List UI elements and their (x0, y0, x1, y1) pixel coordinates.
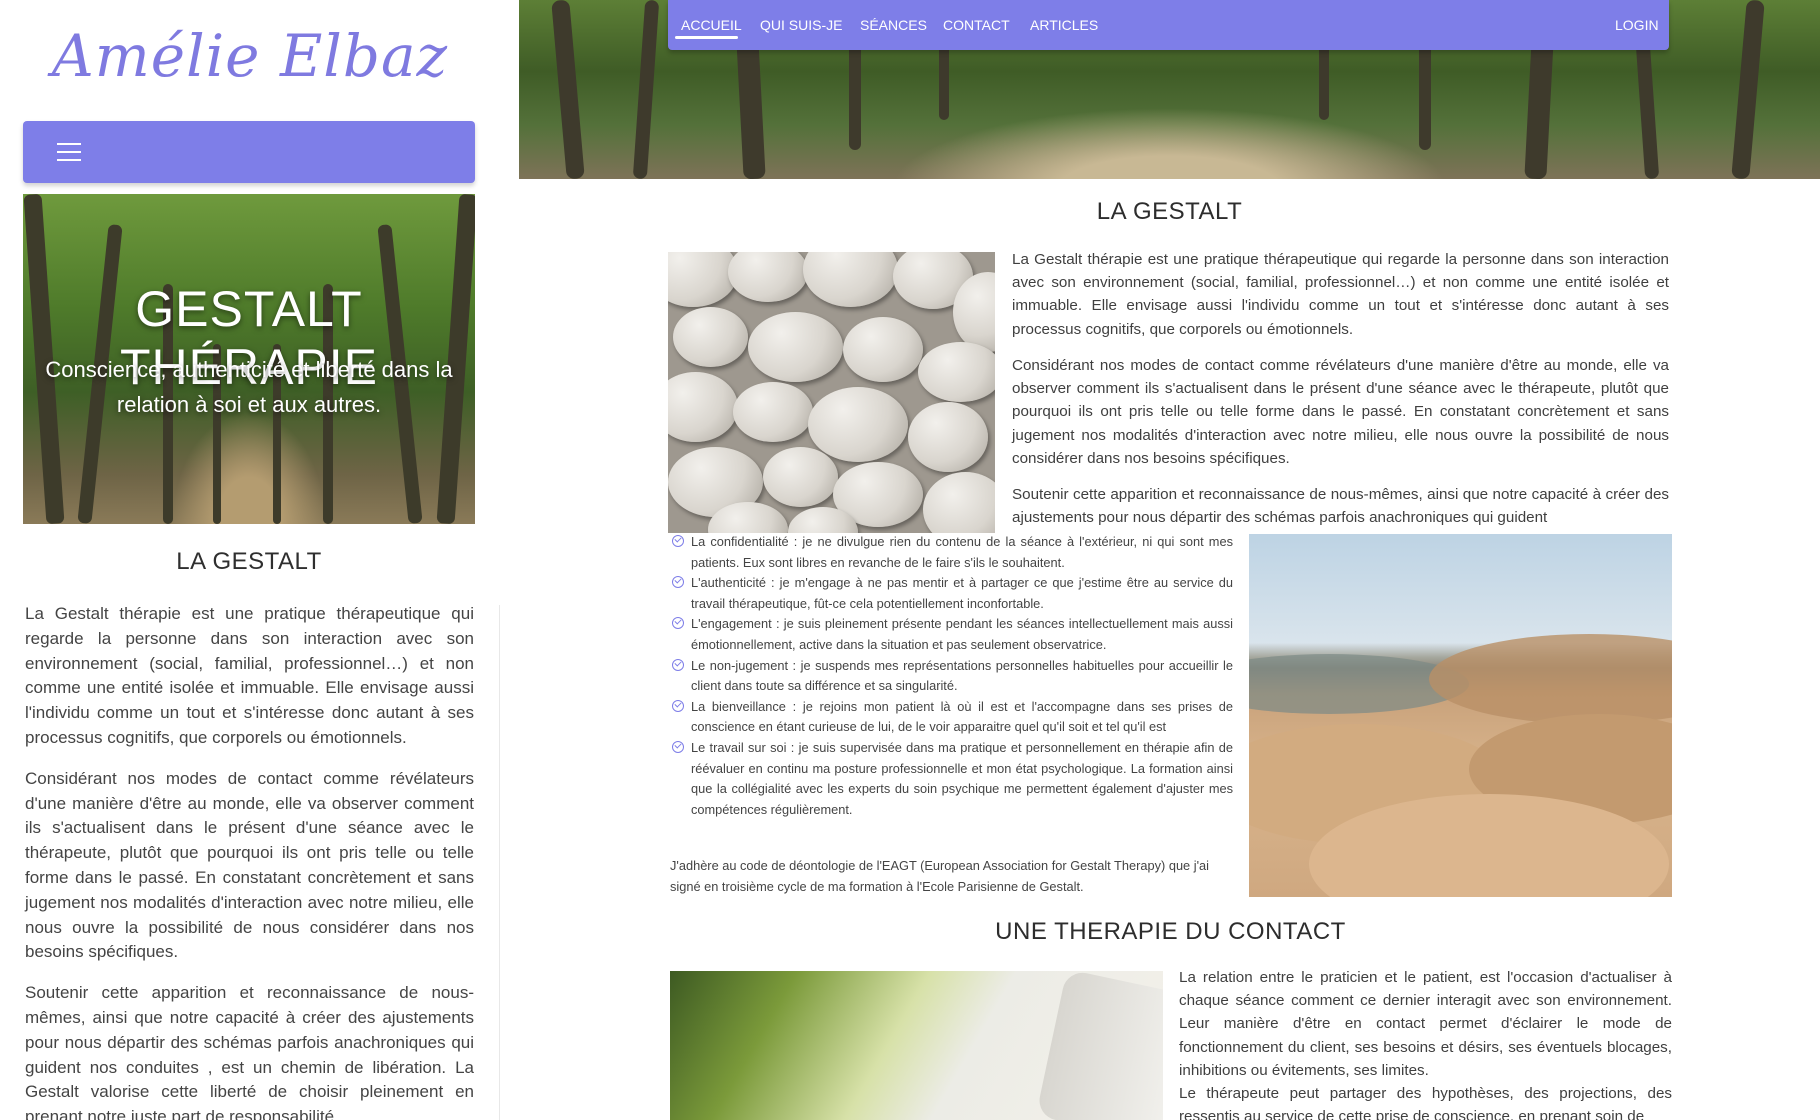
list-item: L'engagement : je suis pleinement présen… (670, 614, 1233, 655)
main-navbar: ACCUEIL QUI SUIS-JE SÉANCES CONTACT ARTI… (668, 0, 1669, 50)
hero-banner: GESTALT THÉRAPIE Conscience, authenticit… (23, 194, 475, 524)
gestalt-text: La Gestalt thérapie est une pratique thé… (25, 602, 474, 1120)
check-circle-icon (672, 658, 684, 671)
nav-contact[interactable]: CONTACT (943, 17, 1010, 33)
paragraph: La relation entre le praticien et le pat… (1179, 969, 1672, 1079)
paragraph: Le thérapeute peut partager des hypothès… (1179, 1085, 1672, 1120)
mobile-preview: Amélie Elbaz GESTALT THÉRAPIE Conscience… (0, 0, 520, 1120)
hero-subtitle: Conscience, authenticité et liberté dans… (45, 357, 453, 417)
section-heading: LA GESTALT (176, 548, 322, 575)
mobile-navbar (23, 121, 475, 183)
nav-seances[interactable]: SÉANCES (860, 17, 927, 33)
nav-qui-suis-je[interactable]: QUI SUIS-JE (760, 17, 842, 33)
check-circle-icon (672, 576, 684, 589)
check-circle-icon (672, 617, 684, 630)
section-heading: UNE THERAPIE DU CONTACT (995, 918, 1346, 945)
list-item: Le travail sur soi : je suis supervisée … (670, 738, 1233, 820)
hamburger-icon[interactable] (57, 143, 81, 161)
list-item: La bienveillance : je rejoins mon patien… (670, 697, 1233, 738)
list-item: La confidentialité : je ne divulgue rien… (670, 532, 1233, 573)
login-link[interactable]: LOGIN (1615, 17, 1659, 33)
list-item: Le non-jugement : je suspends mes représ… (670, 656, 1233, 697)
paragraph: Considérant nos modes de contact comme r… (25, 768, 474, 962)
nav-articles[interactable]: ARTICLES (1030, 17, 1098, 33)
ethics-statement: J'adhère au code de déontologie de l'EAG… (670, 858, 1209, 894)
dunes-image (1249, 534, 1672, 897)
paragraph: La Gestalt thérapie est une pratique thé… (25, 604, 474, 747)
values-list: La confidentialité : je ne divulgue rien… (670, 532, 1233, 820)
divider (499, 605, 500, 1120)
paragraph: La Gestalt thérapie est une pratique thé… (1012, 251, 1669, 338)
check-circle-icon (672, 699, 684, 712)
paragraph: Considérant nos modes de contact comme r… (1012, 357, 1669, 467)
section-heading: LA GESTALT (1096, 198, 1243, 225)
check-circle-icon (672, 535, 684, 547)
check-circle-icon (672, 740, 684, 753)
paragraph: Soutenir cette apparition et reconnaissa… (25, 983, 474, 1120)
list-item: L'authenticité : je m'engage à ne pas me… (670, 573, 1233, 614)
active-indicator (675, 36, 738, 39)
pebbles-image (668, 252, 995, 533)
paragraph: Soutenir cette apparition et reconnaissa… (1012, 486, 1669, 527)
site-logo[interactable]: Amélie Elbaz (0, 22, 500, 90)
nav-accueil[interactable]: ACCUEIL (681, 17, 742, 33)
contact-photo (670, 971, 1163, 1120)
